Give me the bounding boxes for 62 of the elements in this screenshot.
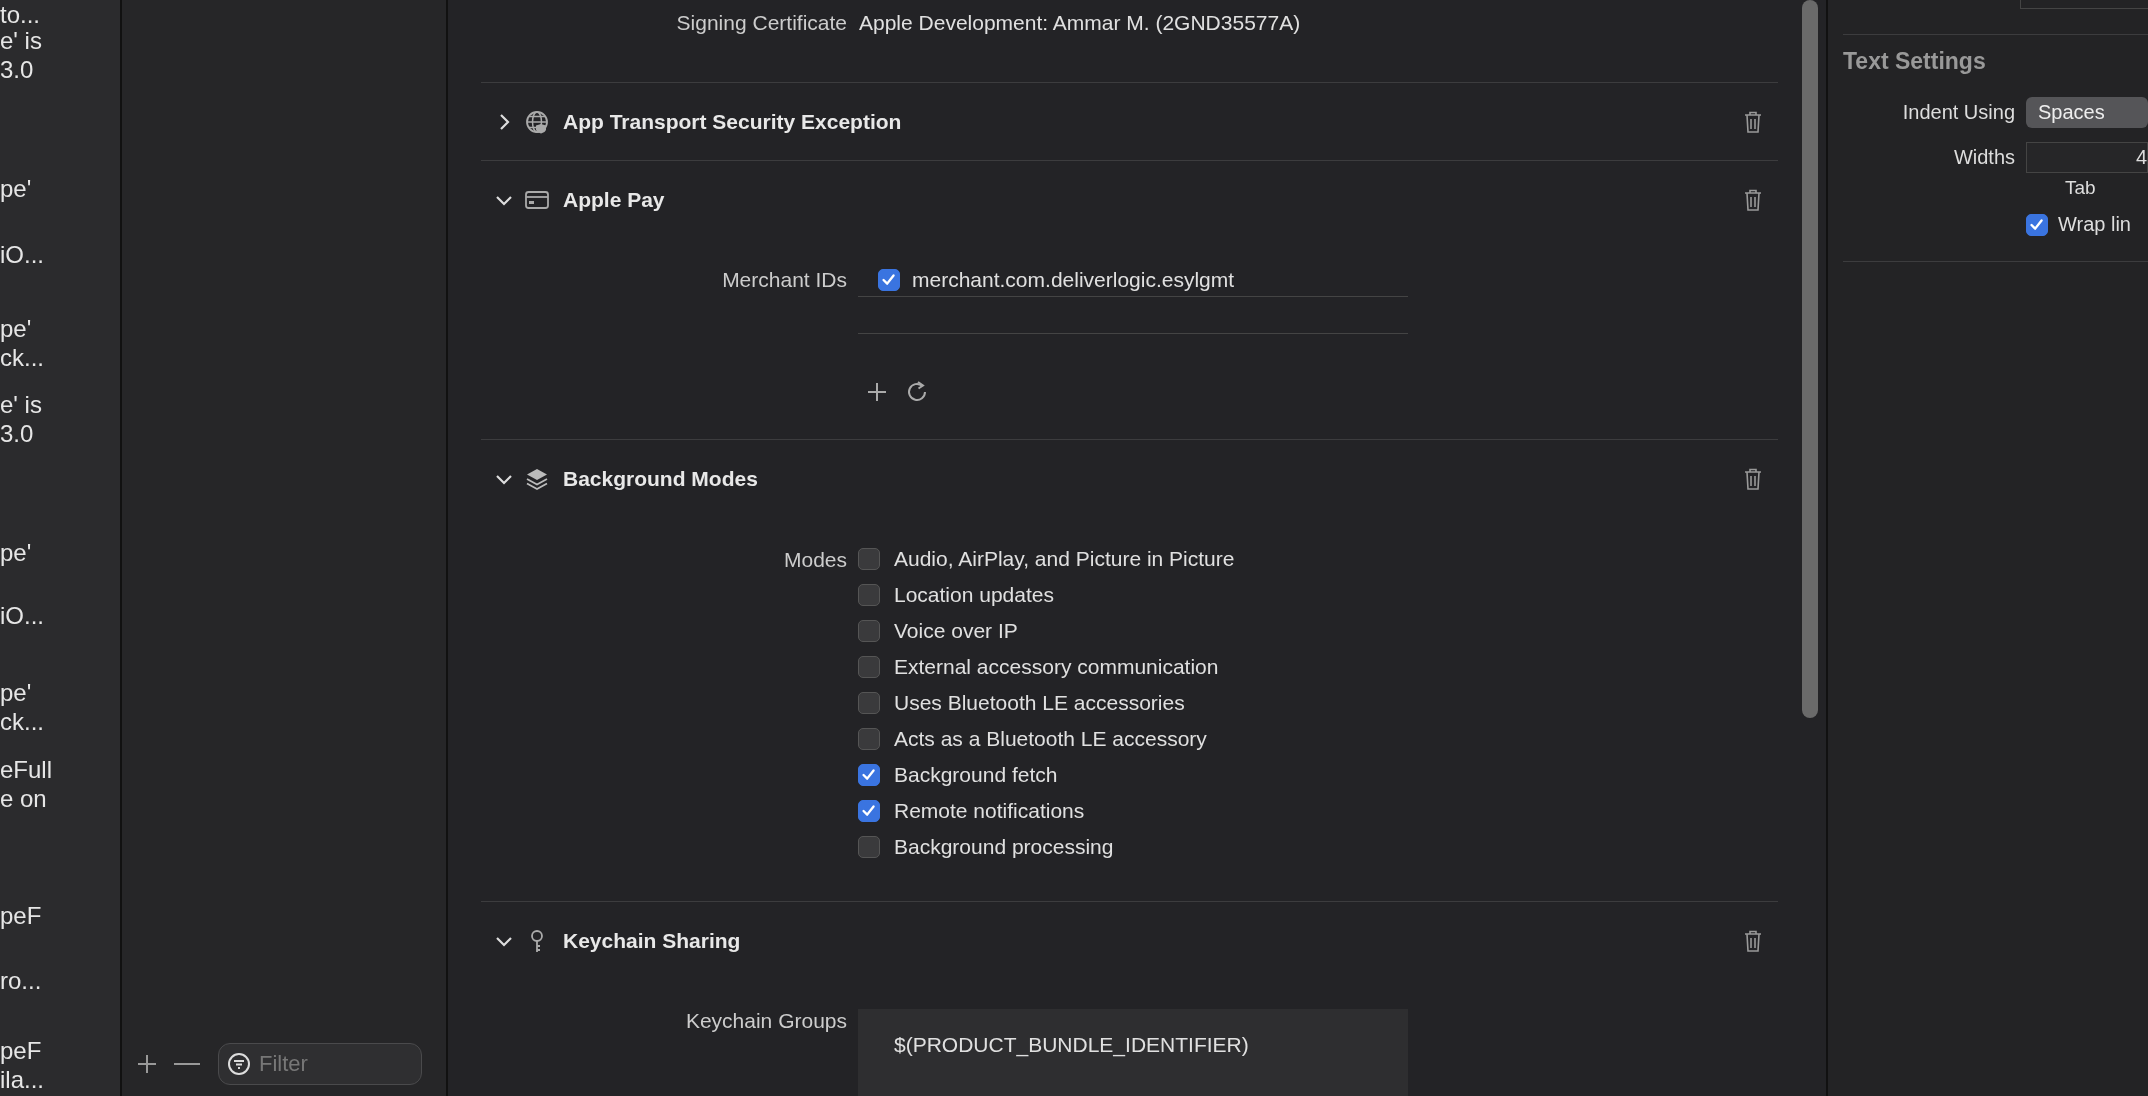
- mode-label: Remote notifications: [894, 799, 1085, 823]
- field-label: Signing Certificate: [675, 11, 847, 35]
- checkbox[interactable]: [858, 584, 880, 606]
- mode-label: Voice over IP: [894, 619, 1018, 643]
- field-caption: Tab: [2065, 177, 2097, 199]
- tab-width-field[interactable]: 4: [2026, 142, 2148, 173]
- checkbox[interactable]: [878, 268, 900, 291]
- issue-text: ck...: [0, 343, 44, 372]
- remove-icon: [174, 1062, 200, 1066]
- issue-text: ro...: [0, 966, 42, 995]
- mode-label: Background fetch: [894, 763, 1058, 787]
- checkbox[interactable]: [858, 728, 880, 750]
- issue-text: e' is: [0, 390, 42, 419]
- scrollbar-thumb[interactable]: [1802, 0, 1819, 718]
- checkbox[interactable]: [858, 656, 880, 678]
- checkbox[interactable]: [858, 692, 880, 714]
- section-title: Text Settings: [1843, 48, 1987, 75]
- mode-label: Audio, AirPlay, and Picture in Picture: [894, 547, 1235, 571]
- section-title: Apple Pay: [563, 187, 665, 212]
- checkbox-label: Wrap lin: [2058, 213, 2131, 236]
- field-label: Merchant IDs: [721, 268, 847, 292]
- issue-text: 3.0: [0, 419, 34, 448]
- section-title: Background Modes: [563, 466, 758, 491]
- issue-text: e on: [0, 784, 47, 813]
- checkbox[interactable]: [858, 764, 880, 786]
- mode-label: Background processing: [894, 835, 1114, 859]
- issue-text: ck...: [0, 707, 44, 736]
- field-label: Indent Using: [1901, 101, 2015, 124]
- issue-text: pe': [0, 538, 32, 567]
- issue-text: peF: [0, 1036, 42, 1065]
- issue-text: pe': [0, 678, 32, 707]
- keychain-group: $(PRODUCT_BUNDLE_IDENTIFIER): [894, 1033, 1408, 1057]
- issue-text: ila...: [0, 1065, 44, 1094]
- issue-text: iO...: [0, 240, 44, 269]
- section-title: Keychain Sharing: [563, 928, 741, 953]
- issue-text: 3.0: [0, 55, 34, 84]
- field-label: Widths: [1952, 146, 2015, 169]
- checkbox[interactable]: [858, 548, 880, 570]
- field-label: Modes: [782, 548, 847, 572]
- mode-label: Location updates: [894, 583, 1054, 607]
- indent-popup[interactable]: Spaces: [2026, 97, 2148, 128]
- checkbox[interactable]: [858, 836, 880, 858]
- merchant-id: merchant.com.deliverlogic.esylgmt: [912, 267, 1235, 292]
- checkbox[interactable]: [858, 620, 880, 642]
- globe-icon: [524, 108, 550, 135]
- mode-label: Acts as a Bluetooth LE accessory: [894, 727, 1207, 751]
- filter-field[interactable]: Filter: [218, 1043, 422, 1085]
- certificate-value: Apple Development: Ammar M. (2GND35577A): [859, 11, 1301, 35]
- issue-text: pe': [0, 314, 32, 343]
- issue-text: pe': [0, 174, 32, 203]
- issue-text: e' is: [0, 26, 42, 55]
- issue-text: peF: [0, 901, 42, 930]
- add-icon[interactable]: [866, 381, 888, 403]
- issue-text: to...: [0, 0, 41, 29]
- field-label: Keychain Groups: [684, 1009, 847, 1033]
- mode-label: External accessory communication: [894, 655, 1219, 679]
- mode-label: Uses Bluetooth LE accessories: [894, 691, 1185, 715]
- section-title: App Transport Security Exception: [563, 109, 902, 134]
- issue-text: iO...: [0, 601, 44, 630]
- checkbox[interactable]: [858, 800, 880, 822]
- issue-text: eFull: [0, 755, 53, 784]
- checkbox[interactable]: [2026, 213, 2048, 236]
